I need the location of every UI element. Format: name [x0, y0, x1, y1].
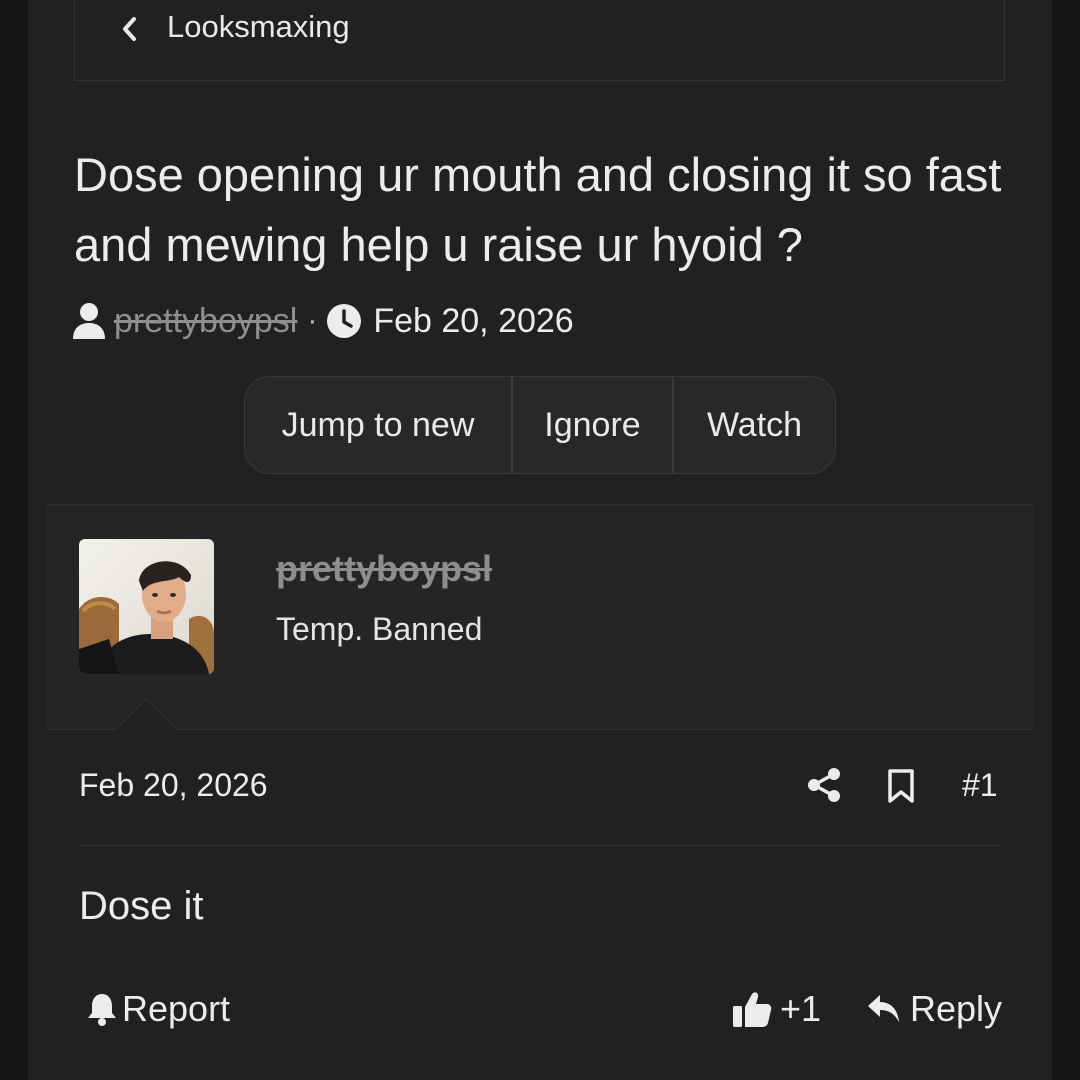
breadcrumb-label[interactable]: Looksmaxing: [167, 9, 350, 45]
watch-button[interactable]: Watch: [674, 377, 835, 473]
reply-icon: [868, 995, 899, 1022]
reaction-count: +1: [780, 988, 822, 1029]
thread-meta: prettyboypsl · Feb 20, 2026: [72, 298, 574, 344]
thread-title: Dose opening ur mouth and closing it so …: [74, 148, 1002, 271]
thread-author-link[interactable]: prettyboypsl: [114, 302, 297, 341]
post-author-title: Temp. Banned: [276, 611, 483, 647]
post-body: Dose it: [79, 884, 204, 928]
reply-label: Reply: [910, 988, 1003, 1029]
post-divider: [79, 845, 1001, 846]
jump-to-new-button[interactable]: Jump to new: [245, 377, 513, 473]
share-icon[interactable]: [807, 767, 841, 803]
panel-caret: [116, 700, 176, 730]
reply-button[interactable]: Reply: [866, 988, 1002, 1030]
post-date[interactable]: Feb 20, 2026: [79, 767, 268, 804]
thread-page: Looksmaxing Dose opening ur mouth and cl…: [28, 0, 1052, 1080]
thread-date[interactable]: Feb 20, 2026: [373, 302, 573, 341]
clock-icon: [327, 304, 362, 338]
avatar[interactable]: [79, 539, 214, 674]
meta-separator: ·: [307, 304, 318, 337]
thread-action-buttons: Jump to new Ignore Watch: [244, 376, 836, 474]
like-button[interactable]: +1: [732, 988, 821, 1030]
report-button[interactable]: Report: [86, 988, 230, 1030]
chevron-left-icon[interactable]: [119, 15, 141, 43]
user-icon: [73, 303, 105, 339]
post-number-link[interactable]: #1: [962, 767, 998, 804]
ignore-button[interactable]: Ignore: [513, 377, 674, 473]
avatar-photo: [79, 539, 214, 674]
breadcrumb[interactable]: Looksmaxing: [74, 0, 1005, 81]
post-author-name[interactable]: prettyboypsl: [276, 548, 492, 590]
bookmark-icon[interactable]: [886, 768, 916, 804]
bell-icon: [88, 994, 116, 1026]
thumbs-up-icon: [733, 992, 772, 1027]
report-label: Report: [122, 988, 231, 1029]
